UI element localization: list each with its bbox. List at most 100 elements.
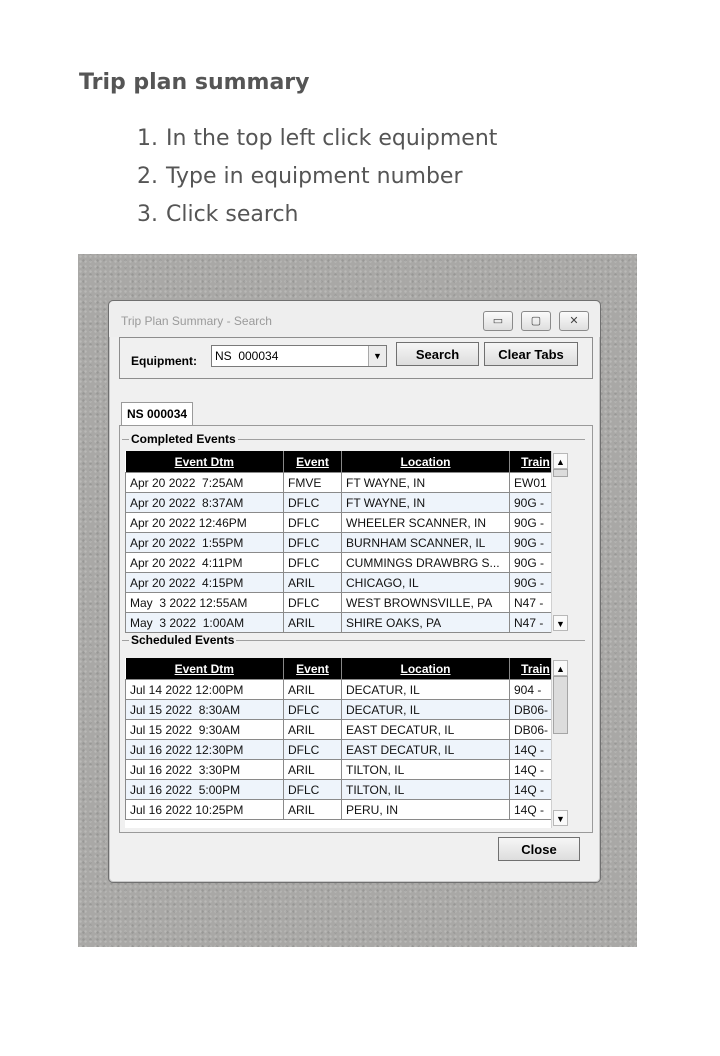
table-cell: SHIRE OAKS, PA [341, 612, 510, 633]
table-cell: Jul 16 2022 12:30PM [125, 739, 284, 760]
table-row[interactable]: Apr 20 2022 1:55PM DFLC BURNHAM SCANNER, I… [125, 532, 562, 553]
table-cell: DFLC [283, 492, 342, 513]
table-cell: ARIL [283, 719, 342, 740]
table-cell: FMVE [283, 472, 342, 493]
close-button[interactable]: Close [498, 837, 580, 861]
screenshot-background: Trip Plan Summary - Search ▭ ▢ ✕ Equipme… [78, 254, 637, 947]
column-header[interactable]: Location [341, 451, 510, 473]
column-header[interactable]: Event [283, 658, 342, 680]
table-cell: May 3 2022 12:55AM [125, 592, 284, 613]
table-cell: DFLC [283, 592, 342, 613]
maximize-button[interactable]: ▢ [521, 311, 551, 331]
table-row[interactable]: May 3 2022 12:55AM DFLC WEST BROWNSVILLE, … [125, 592, 562, 613]
column-header[interactable]: Event Dtm [125, 451, 284, 473]
table-cell: DFLC [283, 779, 342, 800]
table-cell: Jul 15 2022 8:30AM [125, 699, 284, 720]
equipment-search-panel: Equipment: NS 000034 ▼ Search Clear Tabs [119, 337, 593, 379]
completed-events-label: Completed Events [129, 432, 238, 446]
table-cell: EAST DECATUR, IL [341, 719, 510, 740]
table-cell: Jul 15 2022 9:30AM [125, 719, 284, 740]
table-row[interactable]: Apr 20 2022 4:15PM ARIL CHICAGO, IL 90G - [125, 572, 562, 593]
table-cell: Jul 16 2022 3:30PM [125, 759, 284, 780]
table-row[interactable]: Apr 20 2022 7:25AM FMVE FT WAYNE, IN EW01 [125, 472, 562, 493]
table-cell: Apr 20 2022 1:55PM [125, 532, 284, 553]
table-cell: ARIL [283, 799, 342, 820]
table-cell: CHICAGO, IL [341, 572, 510, 593]
table-header-row: Event Dtm Event Location Train [125, 658, 562, 680]
table-row[interactable]: Apr 20 2022 8:37AM DFLC FT WAYNE, IN 90G - [125, 492, 562, 513]
scroll-down-icon[interactable]: ▼ [553, 615, 568, 631]
clear-tabs-button[interactable]: Clear Tabs [484, 342, 578, 366]
trip-plan-window: Trip Plan Summary - Search ▭ ▢ ✕ Equipme… [108, 300, 601, 883]
close-window-button[interactable]: ✕ [559, 311, 589, 331]
column-header[interactable]: Event Dtm [125, 658, 284, 680]
table-cell: DFLC [283, 552, 342, 573]
table-cell: ARIL [283, 612, 342, 633]
scheduled-scrollbar[interactable]: ▲ ▼ [551, 658, 569, 828]
instruction-step: 1. In the top left click equipment [137, 126, 498, 151]
maximize-icon: ▢ [530, 315, 542, 327]
table-cell: DFLC [283, 512, 342, 533]
instruction-step: 2. Type in equipment number [137, 164, 463, 189]
table-row[interactable]: Jul 16 2022 5:00PM DFLC TILTON, IL 14Q - [125, 779, 562, 800]
chevron-down-icon[interactable]: ▼ [368, 346, 386, 366]
table-cell: DFLC [283, 739, 342, 760]
table-row[interactable]: Jul 16 2022 3:30PM ARIL TILTON, IL 14Q - [125, 759, 562, 780]
table-header-row: Event Dtm Event Location Train [125, 451, 562, 473]
table-cell: ARIL [283, 572, 342, 593]
scroll-up-icon[interactable]: ▲ [553, 660, 568, 676]
table-cell: TILTON, IL [341, 779, 510, 800]
table-cell: Apr 20 2022 7:25AM [125, 472, 284, 493]
table-cell: Apr 20 2022 4:11PM [125, 552, 284, 573]
scroll-thumb[interactable] [553, 469, 568, 477]
table-cell: Apr 20 2022 4:15PM [125, 572, 284, 593]
scroll-up-icon[interactable]: ▲ [553, 453, 568, 469]
document-heading: Trip plan summary [79, 70, 310, 95]
equipment-combobox[interactable]: NS 000034 ▼ [211, 345, 387, 367]
table-row[interactable]: Jul 15 2022 8:30AM DFLC DECATUR, IL DB06- [125, 699, 562, 720]
scheduled-events-table: Event Dtm Event Location Train Jul 14 20… [125, 658, 562, 820]
scroll-down-icon[interactable]: ▼ [553, 810, 568, 826]
table-row[interactable]: Jul 15 2022 9:30AM ARIL EAST DECATUR, IL DB… [125, 719, 562, 740]
tab-content: Completed Events Event Dtm Event Locatio… [119, 425, 593, 833]
table-cell: ARIL [283, 679, 342, 700]
table-cell: FT WAYNE, IN [341, 492, 510, 513]
table-row[interactable]: Jul 16 2022 12:30PM DFLC EAST DECATUR, IL 1… [125, 739, 562, 760]
search-button[interactable]: Search [396, 342, 479, 366]
table-cell: WEST BROWNSVILLE, PA [341, 592, 510, 613]
tab-ns-000034[interactable]: NS 000034 [121, 402, 194, 425]
table-cell: BURNHAM SCANNER, IL [341, 532, 510, 553]
minimize-button[interactable]: ▭ [483, 311, 513, 331]
column-header[interactable]: Event [283, 451, 342, 473]
table-cell: EAST DECATUR, IL [341, 739, 510, 760]
table-row[interactable]: Jul 16 2022 10:25PM ARIL PERU, IN 14Q - [125, 799, 562, 820]
scheduled-events-label: Scheduled Events [129, 633, 237, 647]
table-cell: Apr 20 2022 12:46PM [125, 512, 284, 533]
equipment-input[interactable]: NS 000034 [215, 349, 278, 363]
instruction-list: 1. In the top left click equipment 2. Type… [100, 120, 497, 234]
window-titlebar: Trip Plan Summary - Search ▭ ▢ ✕ [109, 301, 600, 337]
completed-events-grid: Event Dtm Event Location Train Apr 20 20… [125, 451, 569, 633]
scroll-thumb[interactable] [553, 676, 568, 734]
table-cell: FT WAYNE, IN [341, 472, 510, 493]
table-row[interactable]: Apr 20 2022 12:46PM DFLC WHEELER SCANNER, … [125, 512, 562, 533]
table-cell: DECATUR, IL [341, 699, 510, 720]
completed-events-table: Event Dtm Event Location Train Apr 20 20… [125, 451, 562, 633]
instruction-step: 3. Click search [137, 202, 299, 227]
table-cell: DFLC [283, 532, 342, 553]
completed-scrollbar[interactable]: ▲ ▼ [551, 451, 569, 633]
table-cell: PERU, IN [341, 799, 510, 820]
close-icon: ✕ [569, 315, 579, 327]
table-cell: Jul 16 2022 5:00PM [125, 779, 284, 800]
table-row[interactable]: Apr 20 2022 4:11PM DFLC CUMMINGS DRAWBRG S… [125, 552, 562, 573]
table-cell: Jul 16 2022 10:25PM [125, 799, 284, 820]
scheduled-events-group: Scheduled Events Event Dtm Event Locatio… [122, 633, 585, 831]
table-row[interactable]: May 3 2022 1:00AM ARIL SHIRE OAKS, PA N47 - [125, 612, 562, 633]
table-cell: DFLC [283, 699, 342, 720]
table-cell: Jul 14 2022 12:00PM [125, 679, 284, 700]
window-title: Trip Plan Summary - Search [121, 314, 272, 328]
table-cell: DECATUR, IL [341, 679, 510, 700]
table-cell: May 3 2022 1:00AM [125, 612, 284, 633]
column-header[interactable]: Location [341, 658, 510, 680]
table-row[interactable]: Jul 14 2022 12:00PM ARIL DECATUR, IL 904 - [125, 679, 562, 700]
